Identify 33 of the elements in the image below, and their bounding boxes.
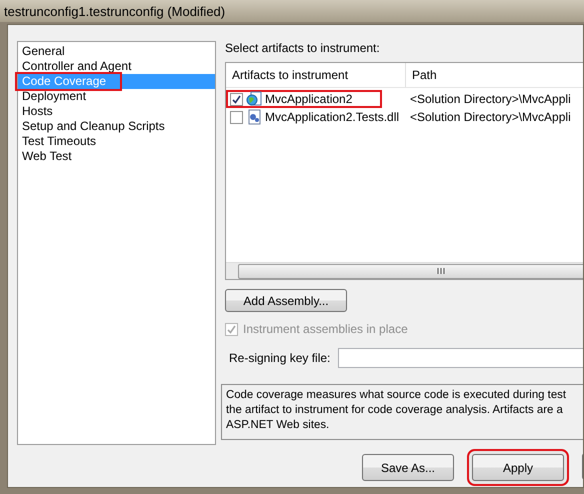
- artifact-item[interactable]: MvcApplication2: [226, 90, 382, 108]
- column-header[interactable]: Path: [406, 63, 583, 87]
- grip-icon: [437, 268, 445, 274]
- sidebar-item[interactable]: Controller and Agent: [18, 59, 215, 74]
- window-title: testrunconfig1.testrunconfig (Modified): [4, 4, 226, 18]
- artifact-name: MvcApplication2.Tests.dll: [265, 110, 400, 124]
- add-assembly-button[interactable]: Add Assembly...: [225, 289, 347, 312]
- description-text: Code coverage measures what source code is executed during test: [226, 388, 568, 404]
- path-cell-text: <Solution Directory>\MvcAppli: [409, 91, 572, 108]
- artifact-item[interactable]: MvcApplication2.Tests.dll: [226, 108, 402, 126]
- horizontal-scrollbar[interactable]: [226, 262, 583, 280]
- dialog-button[interactable]: Save As...: [362, 454, 454, 481]
- sidebar-item[interactable]: Setup and Cleanup Scripts: [18, 119, 215, 134]
- checkmark-icon: [232, 94, 241, 104]
- description-text: ASP.NET Web sites.: [226, 418, 330, 434]
- sidebar-item[interactable]: Hosts: [18, 104, 215, 119]
- description-text: the artifact to instrument for code coverage analysis. Artifacts are a: [226, 403, 564, 418]
- column-header[interactable]: Artifacts to instrument: [226, 63, 406, 87]
- key-file-field[interactable]: [338, 348, 583, 368]
- section-label: Select artifacts to instrument:: [225, 41, 381, 55]
- field-label: Re-signing key file:: [229, 351, 330, 366]
- sidebar-item[interactable]: Deployment: [18, 89, 215, 104]
- path-cell-text: <Solution Directory>\MvcAppli: [409, 109, 572, 126]
- checkmark-icon: [227, 324, 236, 334]
- sidebar-item[interactable]: Test Timeouts: [18, 134, 215, 149]
- artifact-name: MvcApplication2: [265, 92, 352, 106]
- sidebar-item[interactable]: Web Test: [18, 149, 215, 164]
- sidebar-item[interactable]: General: [18, 44, 215, 59]
- gears-document-icon: [246, 109, 262, 125]
- globe-document-icon: [246, 91, 262, 107]
- checkbox-label: Instrument assemblies in place: [243, 322, 408, 336]
- checkbox[interactable]: [230, 110, 243, 124]
- checkbox[interactable]: [230, 92, 243, 106]
